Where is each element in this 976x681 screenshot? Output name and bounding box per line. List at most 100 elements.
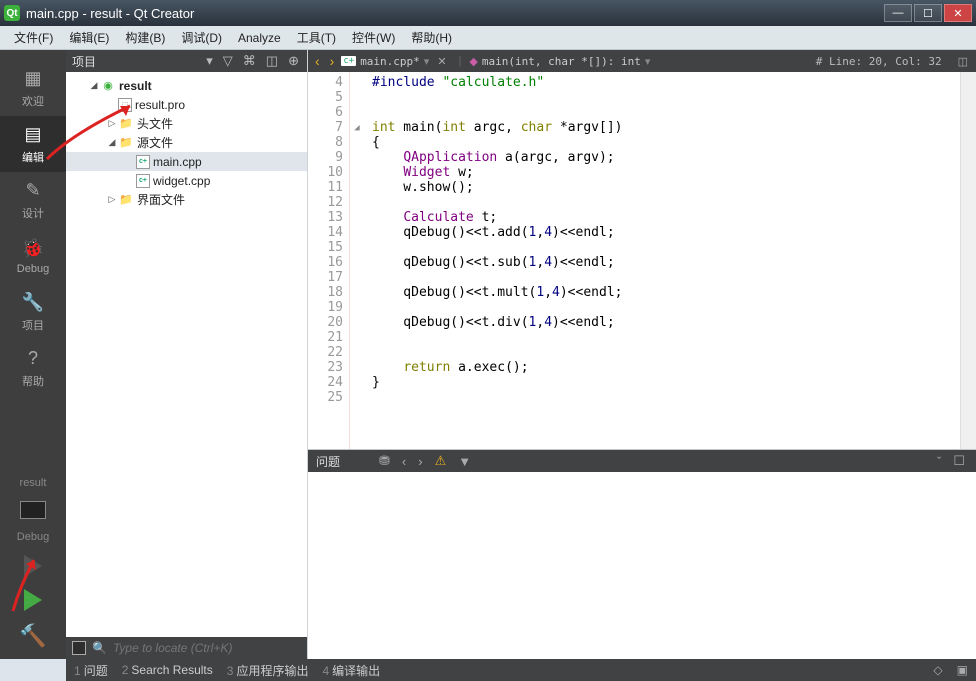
funnel-icon[interactable]: ▼ [455,454,474,469]
tree-pro-file[interactable]: ⬚ result.pro [66,95,307,114]
folder-icon: 📁 [118,117,134,131]
mode-debug-label: Debug [17,263,49,275]
tab-close-icon[interactable]: ✕ [433,55,450,68]
file-tab[interactable]: c+ main.cpp* [341,55,419,68]
collapse-icon[interactable]: ˇ [934,454,944,469]
mode-edit-label: 编辑 [22,149,44,165]
close-output-icon[interactable]: ▣ [957,663,968,677]
menu-debug[interactable]: 调试(D) [173,26,230,49]
pro-file-label: result.pro [135,98,185,112]
expand-icon[interactable]: ▷ [106,194,118,205]
project-panel-title: 项目 [72,53,198,70]
target-selector[interactable] [20,501,46,519]
help-icon: ? [22,348,44,370]
menu-tools[interactable]: 工具(T) [289,26,344,49]
mode-welcome-label: 欢迎 [22,93,44,109]
maximize-panel-icon[interactable]: ☐ [950,453,968,469]
warning-icon[interactable]: ⚠ [432,453,450,469]
tree-root-label: result [119,79,152,93]
locate-input[interactable] [113,641,301,655]
close-button[interactable]: ✕ [944,4,972,22]
issues-header: 问题 ⛃ ‹ › ⚠ ▼ ˇ ☐ [308,450,976,472]
main-cpp-label: main.cpp [153,155,202,169]
sources-label: 源文件 [137,134,173,151]
document-icon: ▤ [22,124,44,146]
output-pane-bar: 1问题 2Search Results 3应用程序输出 4编译输出 ◇ ▣ [66,659,976,681]
menu-analyze[interactable]: Analyze [230,28,289,48]
project-dropdown-icon[interactable]: ▾ [204,53,215,69]
menu-help[interactable]: 帮助(H) [403,26,460,49]
panel-tab-app-output[interactable]: 3应用程序输出 [227,662,309,679]
editor-filename: main.cpp* [360,55,420,68]
expand-icon[interactable]: ◢ [88,80,100,91]
panel-tab-search[interactable]: 2Search Results [122,663,213,677]
filter-icon[interactable]: ⛃ [376,453,393,469]
split-toggle-icon[interactable] [72,641,86,655]
menubar: 文件(F) 编辑(E) 构建(B) 调试(D) Analyze 工具(T) 控件… [0,26,976,50]
grid-icon: ▦ [22,68,44,90]
editor-toolbar: ‹ › c+ main.cpp* ▾ ✕ | ◆ main(int, char … [308,50,976,72]
vertical-scrollbar[interactable] [960,72,976,449]
sync-icon[interactable]: ⊕ [286,53,301,69]
folder-icon: 📁 [118,136,134,150]
wrench-icon: 🔧 [22,292,44,314]
project-icon: ◉ [100,79,116,93]
code-content[interactable]: #include "calculate.h"int main(int argc,… [364,72,960,449]
filter-icon[interactable]: ▽ [221,53,235,69]
menu-edit[interactable]: 编辑(E) [61,26,117,49]
minimize-button[interactable]: — [884,4,912,22]
widget-cpp-label: widget.cpp [153,174,210,188]
project-panel-header: 项目 ▾ ▽ ⌘ ◫ ⊕ [66,50,307,72]
tree-headers[interactable]: ▷ 📁 头文件 [66,114,307,133]
panel-tab-compile-output[interactable]: 4编译输出 [322,662,380,679]
debug-run-button[interactable] [24,589,42,611]
mode-design-label: 设计 [22,205,44,221]
expand-icon[interactable]: ◢ [106,137,118,148]
tree-root[interactable]: ◢ ◉ result [66,76,307,95]
tree-main-cpp[interactable]: c+ main.cpp [66,152,307,171]
project-panel: 项目 ▾ ▽ ⌘ ◫ ⊕ ◢ ◉ result ⬚ result.pro ▷ 📁… [66,50,308,659]
menu-build[interactable]: 构建(B) [117,26,173,49]
link-icon[interactable]: ⌘ [241,53,258,69]
mode-edit[interactable]: ▤ 编辑 [0,116,66,172]
mode-project-label: 项目 [22,317,44,333]
nav-forward-icon[interactable]: › [327,53,338,69]
output-toggle-icon[interactable]: ◇ [933,663,942,677]
tree-widget-cpp[interactable]: c+ widget.cpp [66,171,307,190]
nav-back-icon[interactable]: ‹ [312,53,323,69]
project-tree: ◢ ◉ result ⬚ result.pro ▷ 📁 头文件 ◢ 📁 源文件 [66,72,307,637]
mode-help[interactable]: ? 帮助 [0,340,66,396]
panel-tab-issues[interactable]: 1问题 [74,662,108,679]
prev-issue-icon[interactable]: ‹ [399,454,409,469]
build-button[interactable]: 🔨 [19,623,46,649]
run-button[interactable] [24,555,42,577]
menu-file[interactable]: 文件(F) [6,26,61,49]
split-editor-icon[interactable]: ◫ [954,55,972,68]
mode-project[interactable]: 🔧 项目 [0,284,66,340]
titlebar: Qt main.cpp - result - Qt Creator — ☐ ✕ [0,0,976,26]
tree-sources[interactable]: ◢ 📁 源文件 [66,133,307,152]
mode-debug[interactable]: 🐞 Debug [0,228,66,284]
function-signature[interactable]: main(int, char *[]): int [482,55,641,68]
mode-design[interactable]: ✎ 设计 [0,172,66,228]
tree-forms[interactable]: ▷ 📁 界面文件 [66,190,307,209]
search-icon: 🔍 [92,641,107,655]
mode-help-label: 帮助 [22,373,44,389]
next-issue-icon[interactable]: › [415,454,425,469]
fn-diamond-icon: ◆ [469,55,477,68]
mode-welcome[interactable]: ▦ 欢迎 [0,60,66,116]
line-gutter[interactable]: 45678910111213141516171819202122232425 [308,72,350,449]
issues-content [308,472,976,659]
cpp-badge-icon: c+ [341,56,356,66]
menu-widgets[interactable]: 控件(W) [344,26,403,49]
expand-icon[interactable]: ▷ [106,118,118,129]
fold-marker-column[interactable]: ◢ [350,72,364,449]
split-icon[interactable]: ◫ [264,53,280,69]
maximize-button[interactable]: ☐ [914,4,942,22]
editor-area: ‹ › c+ main.cpp* ▾ ✕ | ◆ main(int, char … [308,50,976,659]
folder-icon: 📁 [118,193,134,207]
config-label: Debug [17,531,49,543]
pro-file-icon: ⬚ [118,98,132,112]
issues-panel: 问题 ⛃ ‹ › ⚠ ▼ ˇ ☐ [308,449,976,659]
code-editor[interactable]: 45678910111213141516171819202122232425 ◢… [308,72,976,449]
